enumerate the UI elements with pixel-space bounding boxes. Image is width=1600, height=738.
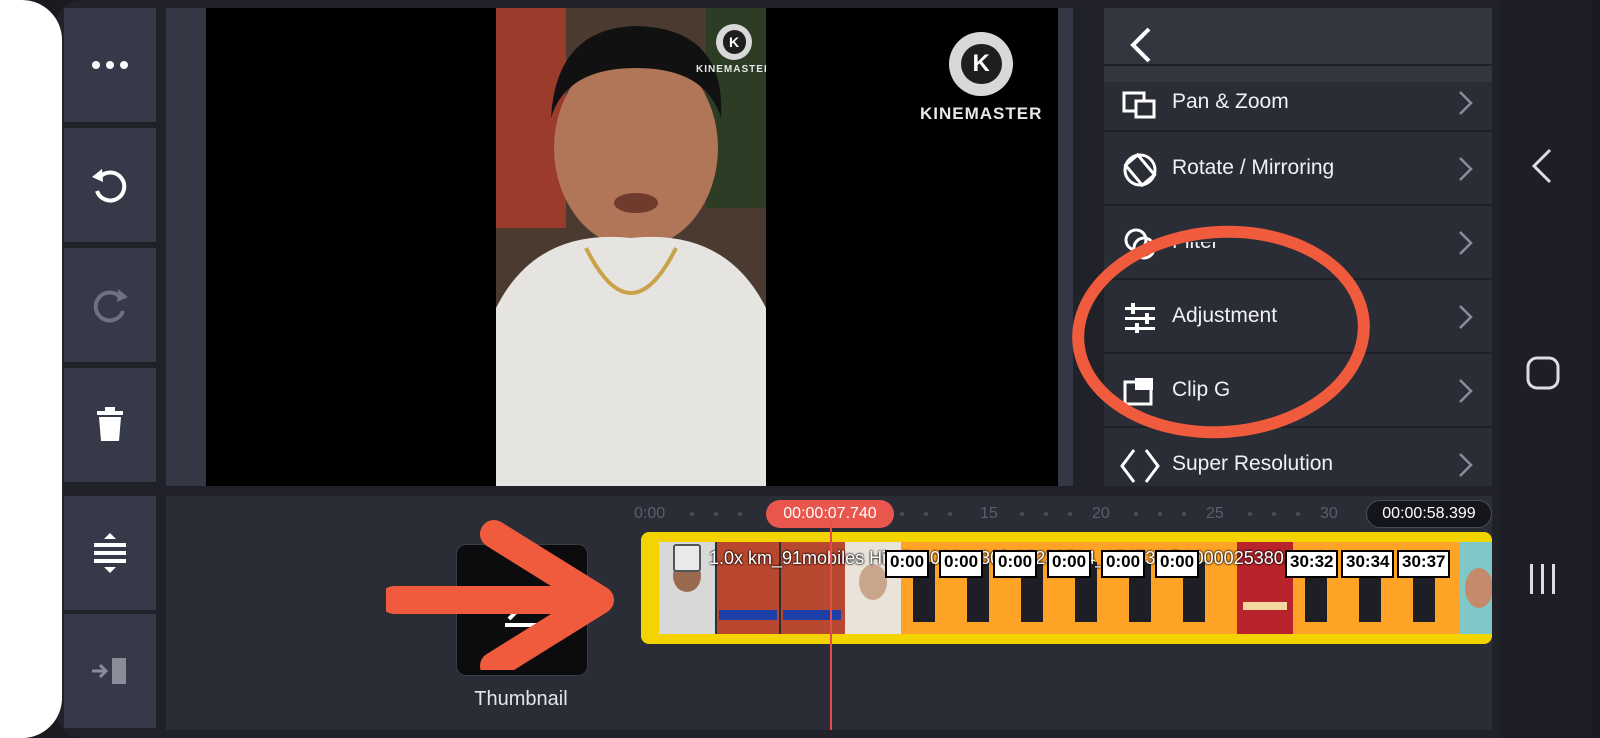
frame-time: 0:00 (1155, 550, 1200, 578)
frame-time: 0:00 (993, 550, 1038, 578)
video-clip-icon (673, 544, 701, 572)
ruler-tick (1272, 512, 1276, 516)
total-duration: 00:00:58.399 (1366, 500, 1492, 528)
rotate-icon (1120, 150, 1160, 190)
video-frame-image: K KINEMASTER (496, 8, 766, 486)
frame-time: 0:00 (885, 550, 930, 578)
ruler-tick (1134, 512, 1138, 516)
more-dots-icon (92, 61, 128, 69)
ruler-tick (1182, 512, 1186, 516)
ruler-tick (924, 512, 928, 516)
export-button[interactable] (64, 614, 156, 728)
chevron-right-icon (1459, 453, 1473, 477)
ruler-tick (1068, 512, 1072, 516)
video-clip[interactable]: 1.0x km_91mobiles Hindi_1080p_30f_202307… (641, 532, 1492, 644)
ruler-tick (1020, 512, 1024, 516)
menu-item-super-resolution[interactable]: Super Resolution (1104, 426, 1492, 486)
ruler-tick (690, 512, 694, 516)
more-button[interactable] (64, 8, 156, 122)
ruler-tick (738, 512, 742, 516)
ruler-tick-label: 15 (980, 505, 998, 522)
screen-edge (0, 0, 62, 738)
ruler-tick (948, 512, 952, 516)
chevron-right-icon (1459, 379, 1473, 403)
delete-button[interactable] (64, 368, 156, 482)
undo-button[interactable] (64, 128, 156, 242)
home-icon[interactable] (1526, 356, 1560, 390)
menu-item-pan-zoom[interactable]: Pan & Zoom (1104, 64, 1492, 138)
expand-timeline-button[interactable] (64, 496, 156, 610)
chevron-right-icon (1459, 231, 1473, 255)
ruler-tick-label: 25 (1206, 505, 1224, 522)
ruler-start-label: 0:00 (634, 505, 666, 522)
pan-zoom-icon (1120, 84, 1160, 124)
ruler-tick (900, 512, 904, 516)
undo-icon (92, 169, 127, 203)
menu-item-label: Rotate / Mirroring (1172, 156, 1335, 179)
ruler-tick (1158, 512, 1162, 516)
frame-time: 30:37 (1397, 550, 1451, 578)
trash-icon (97, 407, 123, 441)
chevron-right-icon (1459, 305, 1473, 329)
ruler-tick (1296, 512, 1300, 516)
menu-item-label: Pan & Zoom (1172, 90, 1289, 113)
frame-time: 0:00 (1101, 550, 1146, 578)
frame-time: 30:32 (1285, 550, 1339, 578)
menu-item-label: Super Resolution (1172, 452, 1334, 475)
thumbnail-label: Thumbnail (474, 688, 568, 710)
system-navigation-bar (1500, 0, 1592, 738)
ruler-tick-label: 30 (1320, 505, 1338, 522)
playhead[interactable] (830, 522, 832, 730)
super-resolution-icon (1120, 446, 1160, 486)
redo-icon (93, 289, 128, 323)
frame-time: 0:00 (1047, 550, 1092, 578)
frame-time: 30:34 (1341, 550, 1395, 578)
ruler-tick (1044, 512, 1048, 516)
watermark-small: K KINEMASTER (696, 24, 766, 75)
watermark-large: K KINEMASTER (920, 32, 1042, 124)
recents-icon[interactable] (1528, 562, 1558, 596)
export-icon (92, 658, 126, 684)
chevron-left-icon (1130, 27, 1151, 63)
chevron-right-icon (1459, 91, 1473, 115)
frame-time: 0:00 (939, 550, 984, 578)
app-screen: K KINEMASTER K KINEMASTER Pan & Zoom Rot… (0, 0, 1600, 738)
ruler-tick (714, 512, 718, 516)
back-button[interactable] (1118, 22, 1164, 68)
redo-button[interactable] (64, 248, 156, 362)
expand-timeline-icon (94, 533, 126, 573)
arrow-annotation (386, 520, 614, 670)
menu-item-rotate-mirroring[interactable]: Rotate / Mirroring (1104, 130, 1492, 204)
chevron-right-icon (1459, 157, 1473, 181)
ruler-tick-label: 20 (1092, 505, 1110, 522)
ruler-tick (1248, 512, 1252, 516)
back-icon[interactable] (1530, 148, 1554, 184)
clip-frame (1459, 542, 1492, 634)
